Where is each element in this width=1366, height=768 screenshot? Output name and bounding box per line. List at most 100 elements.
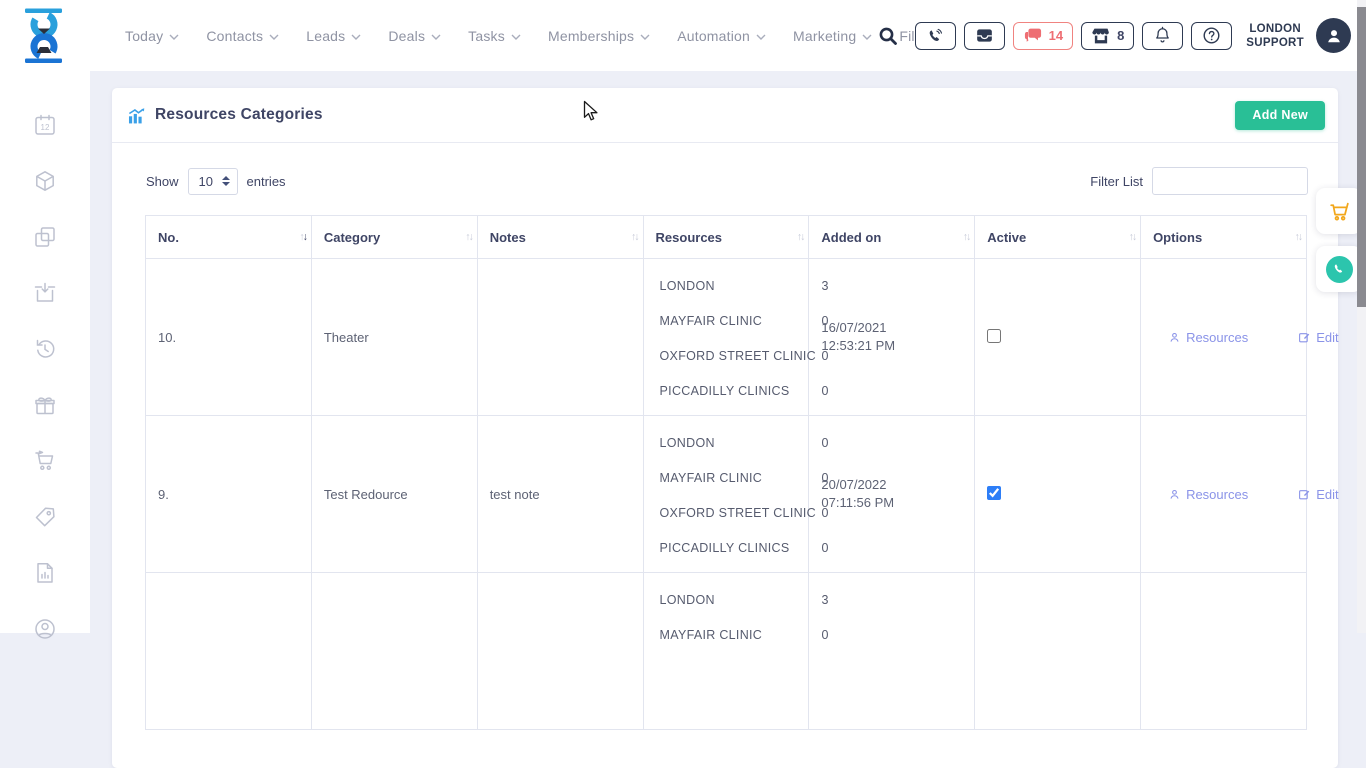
resources-link[interactable]: Resources xyxy=(1168,330,1248,345)
show-label: Show xyxy=(146,174,179,189)
cart-icon[interactable] xyxy=(33,449,57,473)
nav-tasks[interactable]: Tasks xyxy=(468,28,521,44)
edit-square-icon xyxy=(1298,331,1311,344)
chat-count-badge: 14 xyxy=(1049,28,1063,43)
resource-line: OXFORD STREET CLINIC0 xyxy=(660,495,799,530)
chevron-down-icon xyxy=(862,34,872,40)
cell-notes xyxy=(477,573,643,730)
avatar[interactable] xyxy=(1316,18,1351,53)
cell-no: 10. xyxy=(146,259,312,416)
store-icon xyxy=(1091,27,1111,45)
phone-icon xyxy=(926,27,944,45)
card-header: Resources Categories Add New xyxy=(112,88,1338,143)
search-icon[interactable] xyxy=(875,23,901,49)
cell-category xyxy=(311,573,477,730)
cell-resources: LONDON3MAYFAIR CLINIC0OXFORD STREET CLIN… xyxy=(643,259,809,416)
app-logo[interactable] xyxy=(22,7,66,65)
column-header-active[interactable]: Active ↑↓ xyxy=(975,216,1141,259)
scrollbar-track[interactable] xyxy=(1357,0,1366,633)
discount-tag-icon[interactable] xyxy=(33,505,57,529)
header-actions: 14 8 LONDON SUPPORT xyxy=(875,0,1351,71)
store-count-badge: 8 xyxy=(1117,28,1124,43)
resources-categories-card: Resources Categories Add New Show 10 ent… xyxy=(112,88,1338,768)
notifications-button[interactable] xyxy=(1142,22,1183,50)
inbox-icon xyxy=(975,27,994,44)
filter-group: Filter List xyxy=(1090,167,1308,195)
sort-icon: ↑↓ xyxy=(963,231,970,243)
cell-options: Resources Edit Delete xyxy=(1141,416,1307,573)
edit-square-icon xyxy=(1298,488,1311,501)
calendar-icon[interactable]: 12 xyxy=(33,113,57,137)
sort-icon: ↑↓ xyxy=(1295,231,1302,243)
top-header: Today Contacts Leads Deals Tasks Members… xyxy=(0,0,1366,71)
page-size-group: Show 10 entries xyxy=(146,168,286,195)
order-box-icon[interactable] xyxy=(33,281,57,305)
nav-today[interactable]: Today xyxy=(125,28,179,44)
chevron-down-icon xyxy=(756,34,766,40)
phone-circle-icon xyxy=(1326,256,1353,283)
add-new-button[interactable]: Add New xyxy=(1235,101,1325,130)
resource-line: LONDON3 xyxy=(660,268,799,303)
column-header-no-[interactable]: No. ↑↓ xyxy=(146,216,312,259)
sort-icon: ↑↓ xyxy=(797,231,804,243)
gift-icon[interactable] xyxy=(33,393,57,417)
nav-memberships[interactable]: Memberships xyxy=(548,28,650,44)
resources-table: No. ↑↓ Category ↑↓ Notes ↑↓ Resources ↑↓… xyxy=(145,215,1307,730)
nav-deals[interactable]: Deals xyxy=(388,28,441,44)
cart-icon xyxy=(1327,199,1352,224)
report-icon[interactable] xyxy=(33,561,57,585)
active-checkbox[interactable] xyxy=(987,486,1001,500)
chart-icon xyxy=(127,106,146,125)
sort-icon: ↑↓ xyxy=(1129,231,1136,243)
copy-icon[interactable] xyxy=(33,225,57,249)
column-header-notes[interactable]: Notes ↑↓ xyxy=(477,216,643,259)
edit-link[interactable]: Edit xyxy=(1298,487,1338,502)
filter-input[interactable] xyxy=(1152,167,1308,195)
active-checkbox[interactable] xyxy=(987,329,1001,343)
nav-marketing[interactable]: Marketing xyxy=(793,28,872,44)
question-icon xyxy=(1202,26,1221,45)
chevron-down-icon xyxy=(269,34,279,40)
cell-no: 9. xyxy=(146,416,312,573)
resource-line: PICCADILLY CLINICS0 xyxy=(660,530,799,565)
cell-notes: test note xyxy=(477,416,643,573)
scrollbar-thumb[interactable] xyxy=(1357,7,1366,307)
nav-automation[interactable]: Automation xyxy=(677,28,766,44)
cart-widget[interactable] xyxy=(1316,188,1362,234)
cell-added-on xyxy=(809,573,975,730)
column-header-resources[interactable]: Resources ↑↓ xyxy=(643,216,809,259)
store-button[interactable]: 8 xyxy=(1081,22,1134,50)
nav-contacts[interactable]: Contacts xyxy=(206,28,279,44)
resource-line: LONDON0 xyxy=(660,425,799,460)
resource-line: MAYFAIR CLINIC0 xyxy=(660,617,799,652)
chevron-down-icon xyxy=(640,34,650,40)
table-row: 10. Theater LONDON3MAYFAIR CLINIC0OXFORD… xyxy=(146,259,1307,416)
main-content: Resources Categories Add New Show 10 ent… xyxy=(90,71,1366,633)
column-header-category[interactable]: Category ↑↓ xyxy=(311,216,477,259)
user-circle-icon[interactable] xyxy=(33,617,57,641)
page-size-select[interactable]: 10 xyxy=(188,168,238,195)
column-header-options[interactable]: Options ↑↓ xyxy=(1141,216,1307,259)
edit-link[interactable]: Edit xyxy=(1298,330,1338,345)
sidebar: 12 xyxy=(0,71,90,633)
filter-label: Filter List xyxy=(1090,174,1143,189)
page-title: Resources Categories xyxy=(155,106,323,124)
sort-icon: ↑↓ xyxy=(299,231,306,243)
inbox-button[interactable] xyxy=(964,22,1005,50)
cell-active xyxy=(975,573,1141,730)
chat-button[interactable]: 14 xyxy=(1013,22,1073,50)
resource-line: LONDON3 xyxy=(660,582,799,617)
history-icon[interactable] xyxy=(33,337,57,361)
calls-button[interactable] xyxy=(915,22,956,50)
help-button[interactable] xyxy=(1191,22,1232,50)
cube-icon[interactable] xyxy=(33,169,57,193)
table-row: 9. Test Redource test note LONDON0MAYFAI… xyxy=(146,416,1307,573)
table-row: LONDON3MAYFAIR CLINIC0 xyxy=(146,573,1307,730)
nav-leads[interactable]: Leads xyxy=(306,28,361,44)
bell-icon xyxy=(1154,26,1171,45)
person-icon xyxy=(1168,331,1181,344)
phone-widget[interactable] xyxy=(1316,246,1362,292)
column-header-added-on[interactable]: Added on ↑↓ xyxy=(809,216,975,259)
resources-link[interactable]: Resources xyxy=(1168,487,1248,502)
cell-notes xyxy=(477,259,643,416)
